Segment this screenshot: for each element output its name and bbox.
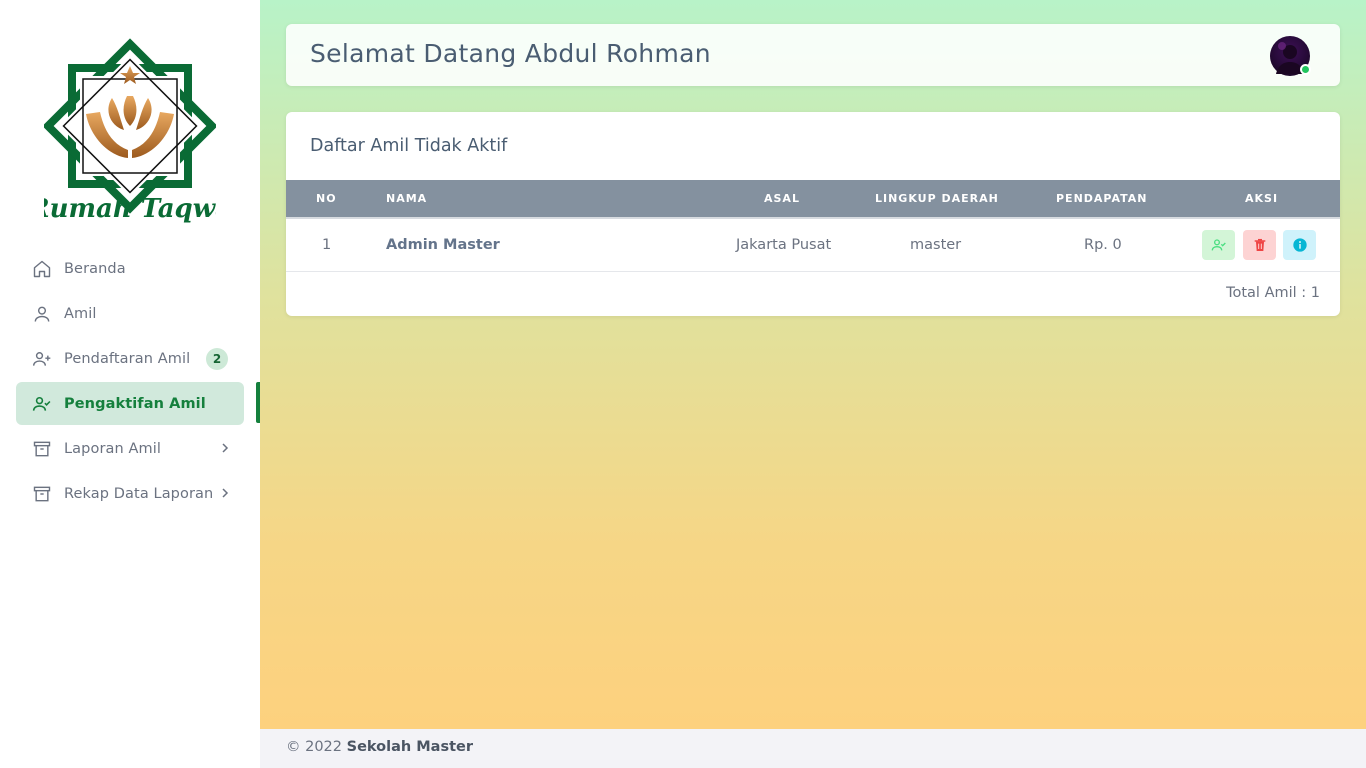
avatar[interactable] — [1270, 36, 1311, 76]
sidebar-item-beranda[interactable]: Beranda — [16, 247, 244, 290]
header-bar: Selamat Datang Abdul Rohman — [286, 24, 1340, 86]
sidebar-item-pengaktifan-amil[interactable]: Pengaktifan Amil — [16, 382, 244, 425]
column-header-asal: ASAL — [764, 192, 800, 205]
sidebar-item-label: Laporan Amil — [64, 440, 161, 457]
sidebar-nav: Beranda Amil Pendaftaran Amil 2 Pengakti… — [16, 247, 244, 517]
online-status-dot — [1300, 64, 1311, 75]
user-check-icon — [1211, 239, 1226, 251]
activate-button[interactable] — [1202, 230, 1235, 260]
column-header-no: NO — [316, 192, 337, 205]
sidebar-item-label: Rekap Data Laporan — [64, 485, 214, 502]
sidebar-item-label: Pengaktifan Amil — [64, 395, 206, 412]
column-header-lingkup-daerah: LINGKUP DAERAH — [875, 192, 999, 205]
trash-icon — [1254, 238, 1265, 251]
copyright-text: © 2022 — [286, 739, 343, 755]
inactive-amil-card: Daftar Amil Tidak Aktif NO NAMA ASAL LIN… — [286, 112, 1340, 316]
cell-pendapatan: Rp. 0 — [1084, 237, 1122, 253]
info-icon — [1292, 238, 1307, 252]
logo-text: Rumah Taqwa — [44, 194, 216, 224]
page-title: Selamat Datang Abdul Rohman — [310, 39, 711, 68]
pending-count-badge: 2 — [206, 348, 228, 370]
info-button[interactable] — [1283, 230, 1316, 260]
sidebar-item-label: Amil — [64, 305, 97, 322]
footer: © 2022 Sekolah Master — [260, 729, 1366, 768]
cell-lingkup-daerah: master — [910, 237, 962, 253]
chevron-right-icon — [222, 443, 229, 453]
cell-nama: Admin Master — [386, 237, 500, 253]
sidebar-item-laporan-amil[interactable]: Laporan Amil — [16, 427, 244, 470]
sidebar-item-label: Beranda — [64, 260, 126, 277]
archive-icon — [32, 439, 52, 459]
home-icon — [32, 259, 52, 279]
user-icon — [32, 304, 52, 324]
archive-icon — [32, 484, 52, 504]
table-header: NO NAMA ASAL LINGKUP DAERAH PENDAPATAN A… — [286, 180, 1340, 219]
user-check-icon — [32, 394, 52, 414]
sidebar-item-label: Pendaftaran Amil — [64, 350, 191, 367]
sidebar-item-amil[interactable]: Amil — [16, 292, 244, 335]
footer-brand: Sekolah Master — [346, 739, 474, 755]
delete-button[interactable] — [1243, 230, 1276, 260]
total-amil-count: Total Amil : 1 — [1226, 285, 1320, 301]
table-row: 1 Admin Master Jakarta Pusat master Rp. … — [286, 219, 1340, 272]
column-header-aksi: AKSI — [1245, 192, 1279, 205]
column-header-nama: NAMA — [386, 192, 428, 205]
user-plus-icon — [32, 349, 52, 369]
sidebar: Rumah Taqwa Beranda Amil Pendaftaran Ami… — [0, 0, 260, 768]
column-header-pendapatan: PENDAPATAN — [1056, 192, 1148, 205]
cell-asal: Jakarta Pusat — [736, 237, 832, 253]
main-content: Selamat Datang Abdul Rohman Daftar Amil … — [260, 0, 1366, 729]
chevron-right-icon — [222, 488, 229, 498]
sidebar-item-rekap-data-laporan[interactable]: Rekap Data Laporan — [16, 472, 244, 515]
cell-no: 1 — [322, 237, 332, 253]
footer-text: © 2022 Sekolah Master — [286, 739, 473, 755]
table-title: Daftar Amil Tidak Aktif — [310, 136, 508, 156]
rumah-taqwa-logo[interactable]: Rumah Taqwa — [44, 32, 216, 224]
sidebar-item-pendaftaran-amil[interactable]: Pendaftaran Amil 2 — [16, 337, 244, 380]
